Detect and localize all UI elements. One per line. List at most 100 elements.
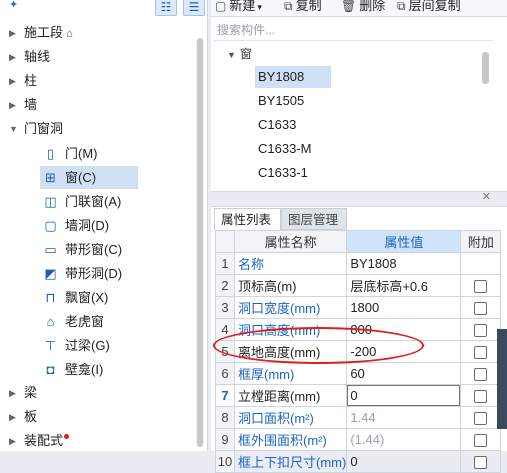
property-extra-header: 附加 [460,230,502,253]
property-header-row: 属性名称 属性值 附加 [215,230,502,253]
tree-child-bay-window[interactable]: ⊓ 飘窗(X) [43,286,139,309]
tree-child-strip-window[interactable]: ▭ 带形窗(C) [43,238,139,261]
table-row[interactable]: 7 立樘距离(mm) 0 [215,384,502,407]
tree-child-lintel[interactable]: ⊤ 过梁(G) [43,334,139,357]
strip-hole-icon: ◩ [44,266,57,281]
component-panel: ▢ 新建 ▾ ⧉ 复制 🗑 删除 ⧉ 层间复制 搜索构件... ▼ 窗 BY1808 BY1… [211,0,507,473]
extra-checkbox[interactable] [474,368,488,382]
component-item[interactable]: BY1505 [255,90,331,112]
table-row[interactable]: 9 框外围面积(m²) (1.44) [215,428,502,451]
property-name-header: 属性名称 [233,230,348,253]
tab-layers[interactable]: 图层管理 [281,208,347,230]
floor-copy-button[interactable]: ⧉ 层间复制 [397,0,461,15]
copy-icon: ⧉ [284,0,293,13]
delete-button[interactable]: 🗑 删除 [341,0,385,15]
detail-view-icon[interactable]: ☰ [183,0,205,16]
tree-child-door[interactable]: ▯ 门(M) [43,142,139,165]
expand-arrow-icon[interactable]: ▶ [9,46,16,68]
property-value-editor[interactable]: 0 [346,384,462,407]
row-number-header [215,230,235,253]
component-tree-panel: ✦ ☷ ☰ ▶ 施工段 ⌂ ▶ 轴线 ▶ 柱 ▶ 墙 ▼ 门窗洞 ▯ 门(M) … [0,0,208,451]
door-window-icon: ◫ [44,194,57,209]
tree-item-label: 柱 [24,73,38,88]
extra-checkbox[interactable] [474,456,488,470]
dropdown-arrow-icon[interactable]: ▾ [257,2,262,12]
expand-arrow-icon[interactable]: ▶ [9,382,16,404]
highlight-annotation-ring [213,327,424,364]
property-name: 立樘距离(mm) [233,384,348,407]
tree-child-strip-hole[interactable]: ◩ 带形洞(D) [43,262,139,285]
property-name: 框上下扣尺寸(mm) [233,450,348,473]
list-view-icon[interactable]: ☷ [155,0,177,16]
expand-arrow-icon[interactable]: ▶ [9,70,16,92]
category-node-window[interactable]: ▼ 窗 [227,45,252,63]
row-number: 3 [215,296,235,319]
extra-checkbox[interactable] [474,412,488,426]
niche-icon: ◘ [46,362,55,377]
door-icon: ▯ [46,146,55,161]
tree-item-label: 装配式 [24,433,64,448]
property-name: 名称 [233,252,348,275]
tree-item-label: 板 [24,409,38,424]
new-icon: ▢ [215,0,227,13]
collapse-arrow-icon[interactable]: ▼ [9,118,18,140]
dormer-icon: ⌂ [46,314,55,329]
table-row[interactable]: 6 框厚(mm) 60 [215,362,502,385]
table-row[interactable]: 3 洞口宽度(mm) 1800 [215,296,502,319]
extra-checkbox[interactable] [474,390,488,404]
tab-properties[interactable]: 属性列表 [214,208,281,230]
property-value: 1.44 [346,406,462,429]
expand-arrow-icon[interactable]: ▶ [9,94,16,116]
property-value-header: 属性值 [346,230,462,253]
expand-arrow-icon[interactable]: ▶ [9,22,16,44]
tree-child-window[interactable]: ⊞ 窗(C) [40,166,138,189]
tree-scrollbar-thumb[interactable] [197,38,203,447]
tree-scrollbar[interactable] [196,38,204,447]
property-name: 框外围面积(m²) [233,428,348,451]
extra-checkbox[interactable] [474,302,488,316]
extra-checkbox[interactable] [474,280,488,294]
row-number: 1 [215,252,235,275]
component-search-input[interactable]: 搜索构件... [215,21,489,39]
component-list-scrollbar[interactable] [482,52,489,84]
tree-child-door-window[interactable]: ◫ 门联窗(A) [43,190,139,213]
property-name: 洞口宽度(mm) [233,296,348,319]
collapse-arrow-icon[interactable]: ▼ [227,50,236,60]
property-value: (1.44) [346,428,462,451]
table-row[interactable]: 8 洞口面积(m²) 1.44 [215,406,502,429]
component-item[interactable]: BY1808 [255,66,331,88]
component-item[interactable]: C1633 [255,114,331,136]
wall-hole-icon: ▢ [44,218,57,233]
table-row[interactable]: 10 框上下扣尺寸(mm) 0 [215,450,502,473]
row-number: 9 [215,428,235,451]
row-number: 7 [215,384,235,407]
extra-checkbox[interactable] [474,324,488,338]
extra-checkbox[interactable] [474,434,488,448]
component-item[interactable]: C1633-M [255,138,331,160]
tree-child-niche[interactable]: ◘ 壁龛(I) [43,358,139,381]
table-row[interactable]: 2 顶标高(m) 层底标高+0.6 [215,274,502,297]
tree-item-label: 门窗洞 [24,121,64,136]
window-icon: ⊞ [45,170,56,185]
new-button[interactable]: ▢ 新建 ▾ [215,0,262,15]
expand-arrow-icon[interactable]: ▶ [9,406,16,428]
panel-splitter[interactable]: ✕ [211,191,507,207]
property-table-scrollbar[interactable] [497,329,507,429]
lintel-icon: ⊤ [44,338,57,353]
tree-child-dormer[interactable]: ⌂ 老虎窗 [43,310,139,333]
property-value[interactable]: BY1808 [346,252,462,275]
floor-copy-icon: ⧉ [397,0,406,13]
copy-button[interactable]: ⧉ 复制 [284,0,322,15]
extra-checkbox[interactable] [474,346,488,360]
table-row[interactable]: 1 名称 BY1808 [215,252,502,275]
tree-child-wall-hole[interactable]: ▢ 墙洞(D) [43,214,139,237]
component-item[interactable]: C1633-1 [255,162,331,184]
property-value[interactable]: 0 [346,450,462,473]
search-divider [213,40,493,41]
property-value[interactable]: 1800 [346,296,462,319]
property-value[interactable]: 层底标高+0.6 [346,274,462,297]
expand-arrow-icon[interactable]: ▶ [9,430,16,452]
property-value[interactable]: 60 [346,362,462,385]
add-icon[interactable]: ✦ [9,0,18,11]
close-icon[interactable]: ✕ [482,190,491,203]
